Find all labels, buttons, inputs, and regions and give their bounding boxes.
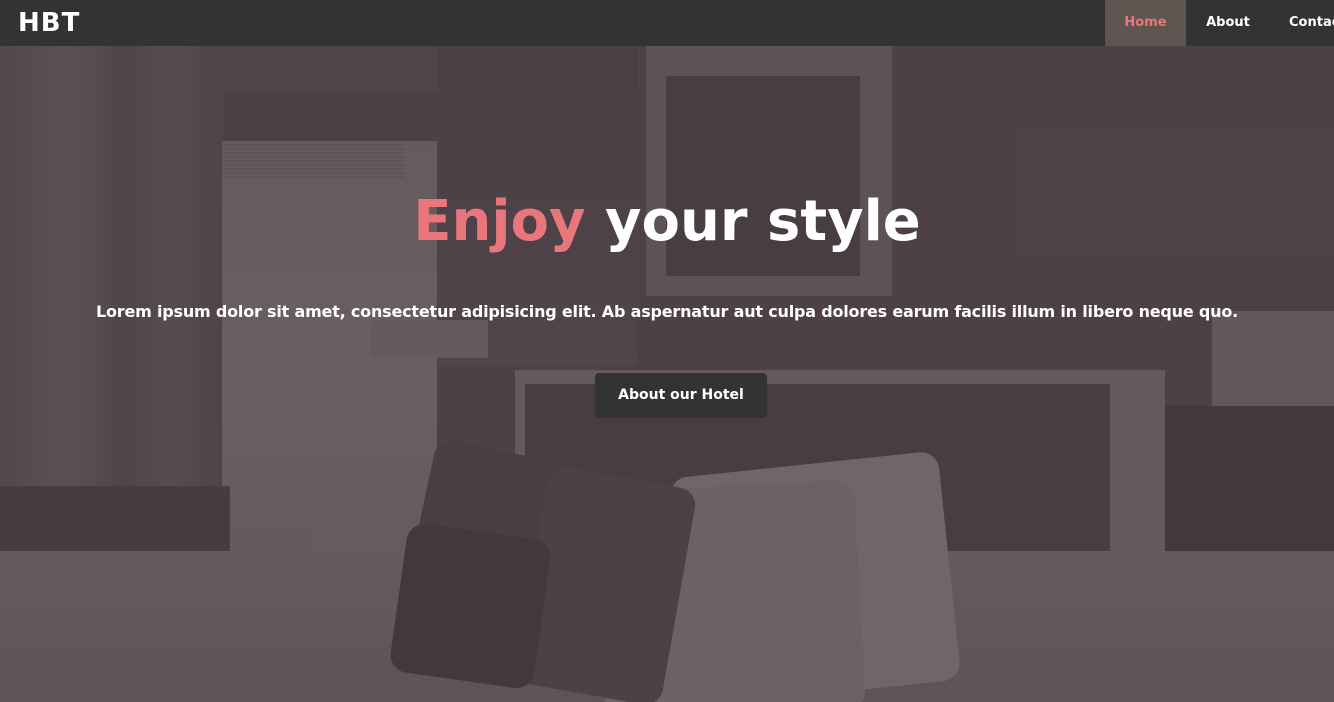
headline-accent: Enjoy <box>413 189 586 254</box>
hero-section: Enjoy your style Lorem ipsum dolor sit a… <box>0 46 1334 702</box>
nav-menu: Home About Contac <box>1105 0 1334 46</box>
headline-rest: your style <box>585 189 921 254</box>
nav-item-home[interactable]: Home <box>1105 0 1186 46</box>
nav-item-about[interactable]: About <box>1186 0 1270 46</box>
about-hotel-button[interactable]: About our Hotel <box>595 373 767 418</box>
top-navbar: HBT Home About Contac <box>0 0 1334 46</box>
brand-logo[interactable]: HBT <box>18 8 80 38</box>
hero-headline: Enjoy your style <box>0 186 1334 258</box>
hero-subtext: Lorem ipsum dolor sit amet, consectetur … <box>96 302 1238 321</box>
nav-item-contact[interactable]: Contac <box>1270 0 1334 46</box>
